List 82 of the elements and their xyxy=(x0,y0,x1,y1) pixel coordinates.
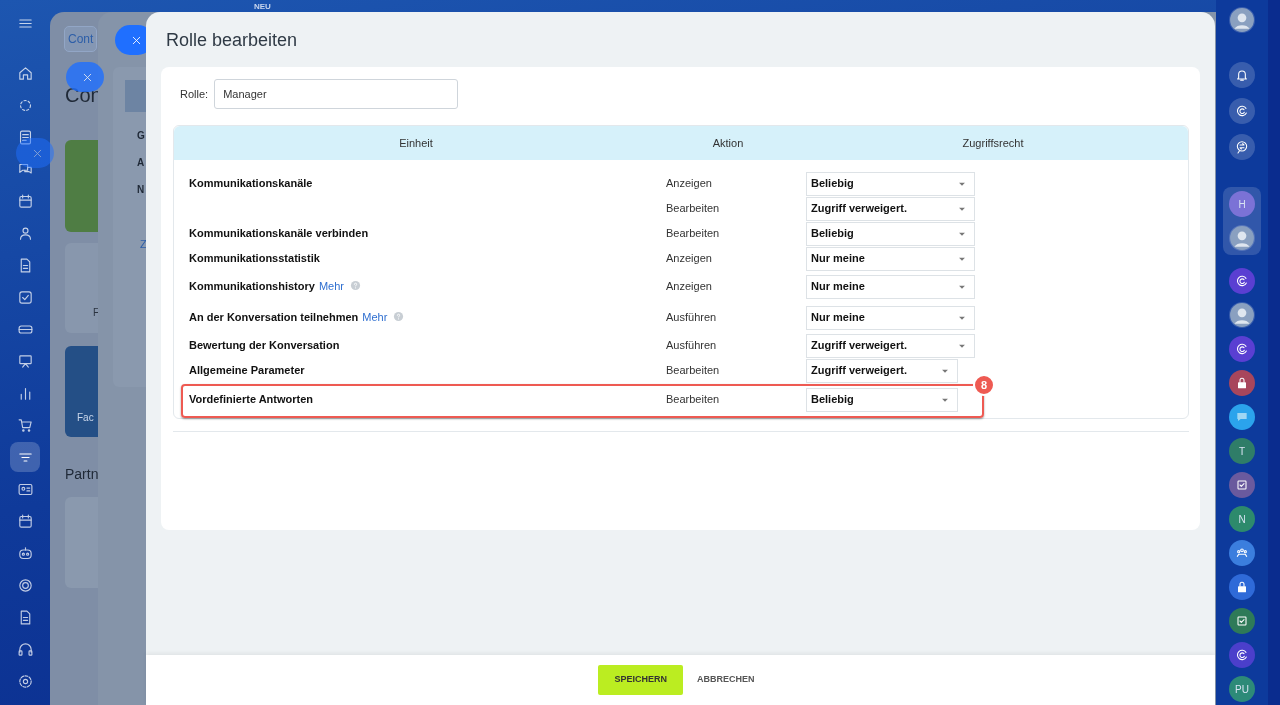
sidebar-button[interactable] xyxy=(1229,540,1255,566)
access-dropdown[interactable]: Nur meine xyxy=(806,274,975,299)
sidebar-button[interactable] xyxy=(1229,370,1255,396)
sidebar-button[interactable] xyxy=(1229,472,1255,498)
checkbox-icon xyxy=(16,288,34,306)
entity-name: Allgemeine Parameter xyxy=(188,364,305,377)
access-dropdown[interactable]: Nur meine xyxy=(806,305,975,330)
tile-label: Fac xyxy=(77,411,94,425)
home-icon xyxy=(16,64,34,82)
avatar-icon xyxy=(1229,302,1255,328)
nav-item[interactable] xyxy=(10,442,40,472)
cart-icon xyxy=(16,416,34,434)
entity-name: Kommunikationsstatistik xyxy=(188,252,320,265)
column-header: Einheit xyxy=(398,135,434,151)
checkbox-icon xyxy=(1234,477,1250,493)
sidebar-button[interactable] xyxy=(1229,574,1255,600)
swirl-icon xyxy=(1234,103,1250,119)
headset-icon xyxy=(16,640,34,658)
swirl-icon xyxy=(1234,647,1250,663)
sidebar-button[interactable] xyxy=(1229,642,1255,668)
access-dropdown[interactable]: Beliebig xyxy=(806,221,975,246)
action-name: Anzeigen xyxy=(665,252,712,265)
entity-name: Kommunikationskanäle verbinden xyxy=(188,227,369,240)
close-button[interactable] xyxy=(16,138,54,168)
action-name: Bearbeiten xyxy=(665,393,720,406)
access-dropdown[interactable]: Zugriff verweigert. xyxy=(806,358,958,383)
swirl-icon xyxy=(1234,341,1250,357)
access-dropdown[interactable]: Zugriff verweigert. xyxy=(806,333,975,358)
action-name: Anzeigen xyxy=(665,280,712,293)
sidebar-button[interactable] xyxy=(1229,608,1255,634)
settings-icon xyxy=(16,672,34,690)
save-button[interactable]: SPEICHERN xyxy=(598,665,683,695)
checkbox-icon xyxy=(1234,613,1250,629)
new-label: NEU xyxy=(254,1,271,13)
access-dropdown[interactable]: Beliebig xyxy=(806,387,958,412)
entity-name: Vordefinierte Antworten xyxy=(188,393,314,406)
robot-icon xyxy=(16,544,34,562)
entity-name: Kommunikationshistory xyxy=(188,280,315,293)
sidebar-button[interactable] xyxy=(1229,98,1255,124)
column-header: Aktion xyxy=(711,135,745,151)
access-dropdown[interactable]: Zugriff verweigert. xyxy=(806,196,975,221)
chat-icon xyxy=(1234,139,1250,155)
sidebar-button[interactable] xyxy=(1229,336,1255,362)
action-name: Ausführen xyxy=(665,311,717,324)
action-name: Bearbeiten xyxy=(665,227,720,240)
role-input[interactable]: Manager xyxy=(214,79,459,109)
sidebar-button[interactable] xyxy=(1229,62,1255,88)
presentation-icon xyxy=(16,352,34,370)
section-title: Partn xyxy=(65,465,99,484)
bell-icon xyxy=(1234,67,1250,83)
row-label: N xyxy=(137,183,145,197)
more-link[interactable]: Mehr xyxy=(318,280,344,293)
more-link[interactable]: Mehr xyxy=(362,311,388,324)
calendar-icon xyxy=(16,192,34,210)
step-badge: 8 xyxy=(973,374,995,396)
swirl-icon xyxy=(1234,273,1250,289)
cancel-button[interactable]: ABBRECHEN xyxy=(689,665,763,695)
action-name: Bearbeiten xyxy=(665,202,720,215)
sidebar-button[interactable] xyxy=(1229,225,1255,251)
entity-name: An der Konversation teilnehmen xyxy=(188,311,359,324)
row-label: G xyxy=(137,129,145,143)
target-icon xyxy=(16,576,34,594)
action-name: Ausführen xyxy=(665,339,717,352)
action-name: Bearbeiten xyxy=(665,364,720,377)
field-label: Rolle: xyxy=(180,86,209,102)
access-dropdown[interactable]: Nur meine xyxy=(806,246,975,271)
sidebar-button[interactable] xyxy=(1229,7,1255,33)
avatar-icon xyxy=(1229,225,1255,251)
sidebar-button[interactable] xyxy=(1229,268,1255,294)
sidebar-button[interactable] xyxy=(1229,404,1255,430)
action-name: Anzeigen xyxy=(665,177,712,190)
column-header: Zugriffsrecht xyxy=(961,135,1025,151)
modal-title: Rolle bearbeiten xyxy=(165,29,299,52)
calendar-icon xyxy=(16,512,34,530)
avatar-button[interactable]: T xyxy=(1229,438,1255,464)
entity-name: Kommunikationskanäle xyxy=(188,177,313,190)
sidebar-button[interactable] xyxy=(1229,134,1255,160)
sidebar-button[interactable] xyxy=(1229,302,1255,328)
access-dropdown[interactable]: Beliebig xyxy=(806,171,975,196)
entity-name: Bewertung der Konversation xyxy=(188,339,340,352)
row-label: A xyxy=(137,156,145,170)
avatar-icon xyxy=(1229,7,1255,33)
